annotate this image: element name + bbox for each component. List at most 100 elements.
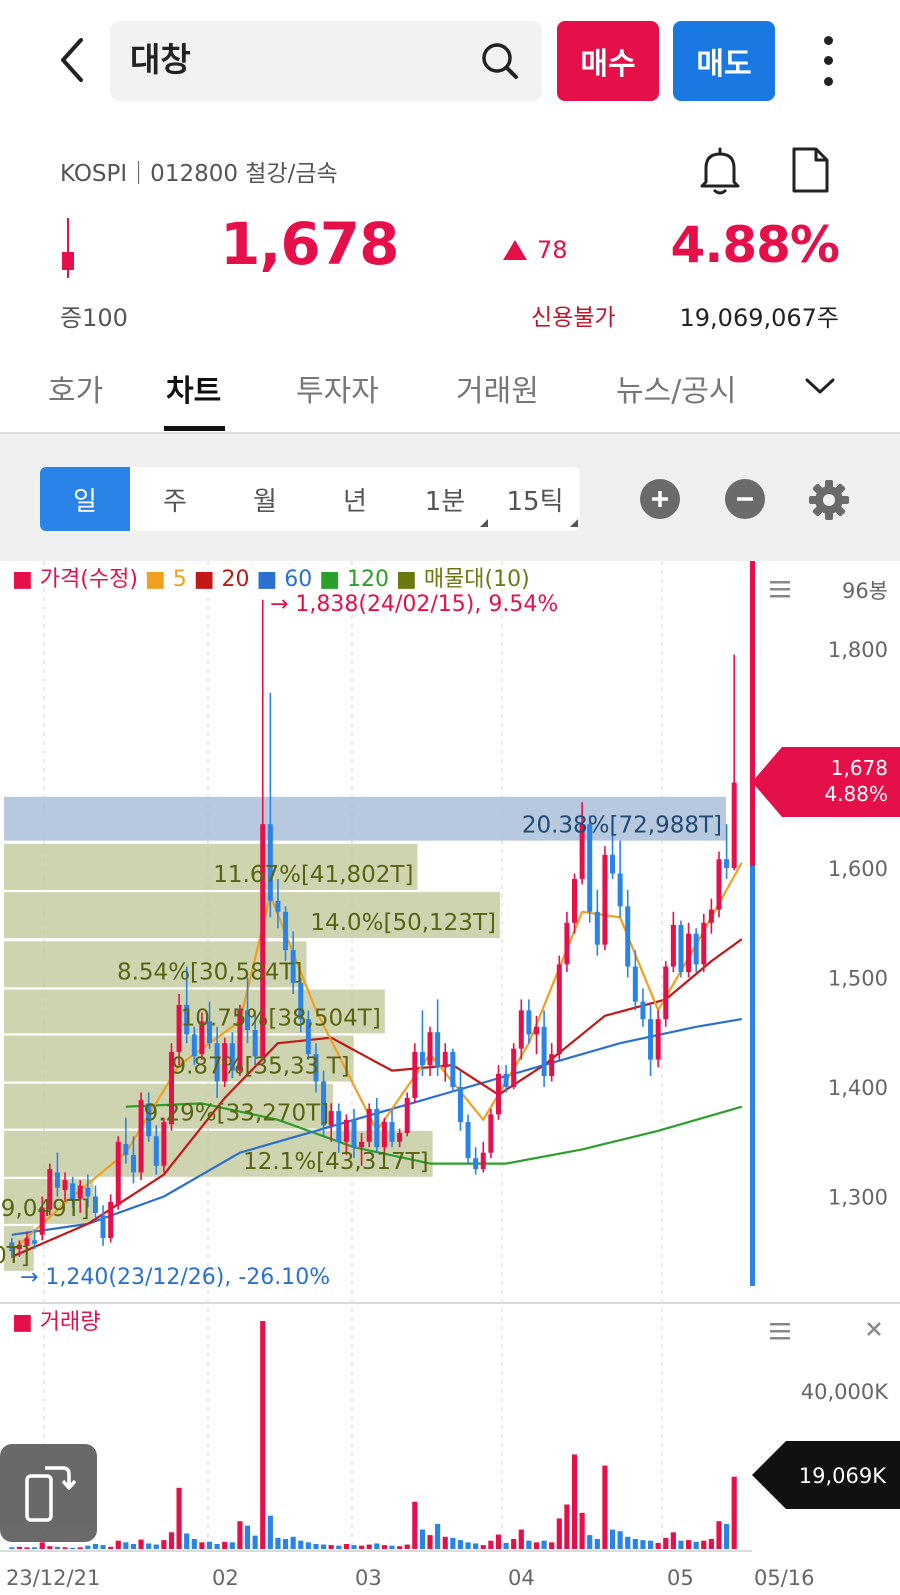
chart-legend: ■ 가격(수정) ■ 5 ■ 20 ■ 60 ■ 120 ■ 매물대(10): [12, 567, 530, 592]
volume-bar: [609, 1529, 616, 1549]
volume-bar: [480, 1545, 486, 1549]
list-icon[interactable]: [770, 581, 790, 598]
x-tick-label: 02: [212, 1566, 239, 1590]
floating-window-button[interactable]: [0, 1444, 97, 1542]
x-tick-label: 05: [667, 1566, 694, 1590]
candle-body: [549, 1054, 555, 1077]
candle-body: [108, 1201, 114, 1239]
bell-icon[interactable]: [698, 146, 742, 196]
minus-icon: [737, 497, 753, 501]
x-tick-label-right: 05/16: [754, 1566, 815, 1590]
candle-body: [663, 966, 669, 1020]
zoom-out-button[interactable]: [725, 479, 765, 519]
volume-bar: [244, 1525, 251, 1549]
candle-body: [632, 966, 638, 1002]
candle-body: [724, 859, 730, 868]
volume-bar: [275, 1537, 281, 1549]
buy-button[interactable]: 매수: [557, 21, 659, 101]
volume-bar: [123, 1542, 129, 1549]
close-icon[interactable]: [867, 1322, 881, 1336]
x-tick-label: 04: [508, 1566, 535, 1590]
candle-body: [130, 1154, 136, 1173]
volume-bar: [328, 1545, 334, 1549]
volume-bar: [564, 1504, 570, 1549]
candle-body: [366, 1108, 372, 1142]
volume-bar: [199, 1542, 205, 1549]
volume-bar: [184, 1533, 190, 1549]
search-box[interactable]: 대창: [110, 21, 542, 101]
volume-bar: [222, 1541, 228, 1549]
more-menu-icon[interactable]: [812, 30, 844, 92]
volume-bar: [685, 1540, 692, 1549]
period-1min[interactable]: 1분: [400, 467, 490, 531]
tab-news[interactable]: 뉴스/공시: [616, 366, 737, 410]
volume-bar: [359, 1545, 365, 1549]
volume-bar: [731, 1476, 737, 1549]
period-month[interactable]: 월: [220, 467, 310, 531]
period-year[interactable]: 년: [310, 467, 400, 531]
volume-bar: [16, 1546, 22, 1549]
y-tick-label: 1,400: [828, 1076, 888, 1100]
volume-bar: [24, 1547, 30, 1549]
volume-bar: [442, 1536, 448, 1549]
volume-bar: [716, 1521, 722, 1549]
volume-profile-label: 2.53%[9,049T]: [0, 1196, 90, 1222]
candle-body: [465, 1122, 471, 1159]
period-1min-label: 1분: [424, 486, 466, 517]
tab-investor[interactable]: 투자자: [296, 366, 379, 410]
chevron-down-icon[interactable]: [804, 376, 836, 396]
document-icon[interactable]: [790, 146, 830, 194]
volume-profile-label: 9.29%[33,270T]: [144, 1101, 330, 1127]
candle-body: [556, 964, 562, 1055]
volume-bar: [632, 1538, 638, 1549]
candle-body: [389, 1122, 395, 1142]
volume-bar: [640, 1540, 646, 1549]
candle-body: [655, 1019, 661, 1060]
credit-note: 신용불가: [531, 305, 616, 331]
candle-body: [617, 873, 623, 907]
candle-body: [640, 1001, 646, 1020]
rotate-screen-icon: [24, 1466, 76, 1522]
volume-bar: [374, 1543, 380, 1549]
period-15tick[interactable]: 15틱: [490, 467, 580, 531]
period-day[interactable]: 일: [40, 467, 130, 531]
period-week[interactable]: 주: [130, 467, 220, 531]
tab-chart[interactable]: 차트: [166, 366, 221, 410]
y-tick-label: 1,300: [828, 1186, 888, 1210]
volume-bar: [473, 1543, 479, 1549]
volume-list-icon[interactable]: [770, 1323, 790, 1340]
x-tick-label: 03: [355, 1566, 382, 1590]
volume-bar: [54, 1546, 61, 1549]
volume-bar: [115, 1540, 121, 1549]
candle-body: [343, 1119, 349, 1142]
tab-orderbook[interactable]: 호가: [48, 366, 103, 410]
volume-bar: [282, 1538, 289, 1549]
current-price-tag-price: 1,678: [831, 756, 888, 780]
volume-bar: [419, 1529, 426, 1549]
volume-bar: [290, 1536, 296, 1549]
volume-bar: [412, 1501, 418, 1549]
gear-icon[interactable]: [808, 479, 850, 521]
candle-body: [100, 1215, 106, 1239]
price-change-value: 78: [537, 236, 568, 264]
volume-bar: [313, 1543, 319, 1549]
volume-profile-label: 11.67%[41,802T]: [213, 862, 413, 888]
volume-bar: [320, 1544, 327, 1549]
candle-body: [381, 1122, 387, 1148]
zoom-in-button[interactable]: [640, 479, 680, 519]
search-icon[interactable]: [480, 41, 520, 81]
price-chart[interactable]: 20.38%[72,988T] 11.67%[41,802T] 14.0%[50,1…: [0, 561, 900, 1595]
volume-bar: [9, 1547, 15, 1549]
back-button[interactable]: [52, 30, 92, 90]
price-change: 78: [503, 236, 568, 264]
volume-bar: [108, 1546, 114, 1549]
candle-body: [374, 1108, 380, 1148]
volume-bar: [39, 1542, 45, 1549]
legend-profile: 매물대(10): [424, 567, 530, 592]
search-input[interactable]: 대창: [130, 21, 191, 99]
candle-body: [541, 1026, 547, 1077]
tab-broker[interactable]: 거래원: [456, 366, 539, 410]
volume-shares: 19,069,067주: [679, 304, 840, 332]
candle-body: [397, 1132, 403, 1142]
sell-button[interactable]: 매도: [673, 21, 775, 101]
